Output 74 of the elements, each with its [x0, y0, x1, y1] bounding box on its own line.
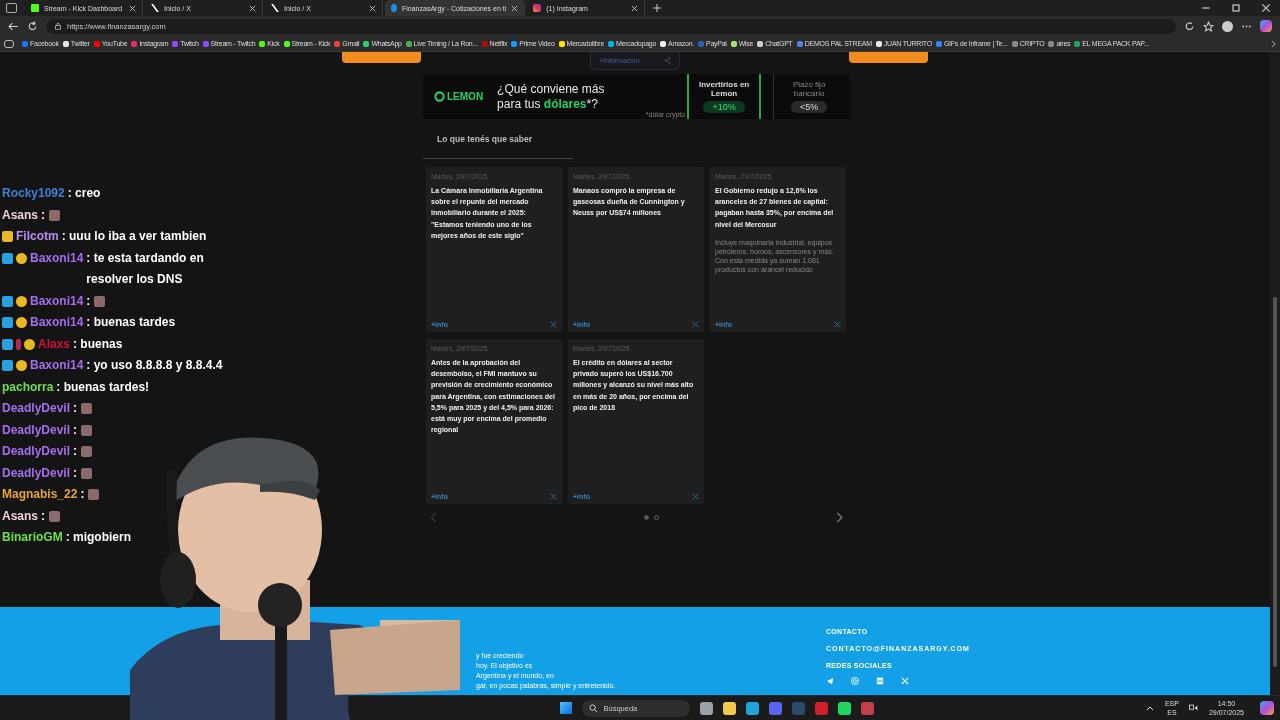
x-logo-icon — [271, 4, 279, 12]
chat-message: : — [73, 400, 78, 417]
chat-message: : — [73, 443, 78, 460]
tab-actions-icon[interactable] — [6, 3, 17, 13]
chat-message: : uuu lo iba a ver tambien — [61, 228, 207, 245]
apps-icon[interactable] — [4, 39, 14, 48]
restore-icon[interactable] — [1230, 2, 1242, 14]
medium-icon[interactable] — [876, 677, 884, 685]
chat-message: : buenas tardes! — [56, 378, 150, 396]
brand-name: LEMON — [447, 91, 484, 102]
chat-message: : — [86, 292, 91, 310]
news-card[interactable] — [710, 167, 846, 332]
rate-pill: <5% — [790, 101, 828, 113]
chat-username[interactable]: Baxoni14 — [30, 355, 84, 377]
section-title: Lo que tenés que saber — [437, 133, 532, 144]
chat-username[interactable]: DeadlyDevil — [2, 462, 71, 484]
favorites-icon[interactable] — [1203, 20, 1214, 32]
x-logo-icon — [151, 4, 159, 12]
close-icon[interactable] — [129, 4, 136, 12]
x-logo-icon[interactable] — [550, 493, 557, 500]
chat-message: : — [73, 464, 78, 482]
ad-headline: para tus dólares*? — [497, 96, 599, 112]
close-icon[interactable] — [1260, 2, 1272, 14]
refresh-icon[interactable] — [1184, 20, 1195, 32]
chat-username[interactable]: Baxoni14 — [30, 290, 84, 312]
chat-username[interactable]: DeadlyDevil — [2, 419, 71, 441]
lock-icon — [54, 22, 62, 30]
close-icon[interactable] — [511, 4, 519, 12]
network-volume-icon[interactable] — [1188, 703, 1199, 713]
back-icon[interactable] — [8, 20, 19, 32]
rate-pill: +10% — [703, 101, 745, 113]
chat-username[interactable]: Asans — [2, 505, 39, 527]
chat-username[interactable]: Baxoni14 — [30, 312, 84, 334]
chat-username[interactable]: Filcotm — [16, 226, 59, 248]
chat-message: : te esta tardando en resolver los DNS — [86, 249, 205, 288]
close-icon[interactable] — [249, 4, 256, 12]
chat-username[interactable]: DeadlyDevil — [2, 398, 71, 420]
chat-message: : migobiern — [65, 529, 131, 546]
chat-message: : — [41, 507, 46, 525]
chat-message: : buenas — [73, 335, 123, 353]
news-card[interactable] — [426, 339, 562, 504]
chat-username[interactable]: BinarioGM — [2, 527, 63, 549]
chat-message: : buenas tardes — [86, 314, 176, 331]
option-label: Invertirlos en Lemon — [698, 80, 751, 98]
chevron-right-icon[interactable] — [1271, 39, 1276, 48]
new-tab-icon[interactable] — [653, 4, 662, 12]
telegram-icon[interactable] — [826, 677, 834, 685]
page-dot[interactable] — [644, 515, 649, 520]
site-icon — [391, 4, 397, 12]
chat-message: : yo uso 8.8.8.8 y 8.8.4.4 — [86, 357, 223, 374]
close-icon[interactable] — [631, 4, 639, 12]
chat-username[interactable]: pachorra — [2, 376, 54, 398]
chat-username[interactable]: Rocky1092 — [2, 183, 65, 205]
close-icon[interactable] — [369, 4, 376, 12]
chat-username[interactable]: Baxoni14 — [30, 247, 84, 269]
x-logo-icon[interactable] — [834, 321, 841, 328]
x-logo-icon[interactable] — [692, 493, 699, 500]
instagram-icon — [533, 4, 542, 12]
chat-username[interactable]: DeadlyDevil — [2, 441, 71, 463]
chat-message: : — [80, 486, 85, 503]
refresh-icon[interactable] — [27, 20, 38, 32]
start-icon[interactable] — [560, 702, 573, 714]
chat-message: : — [41, 206, 46, 224]
x-logo-icon[interactable] — [550, 321, 557, 328]
chat-message: : creo — [67, 185, 101, 202]
ad-headline: ¿Qué conviene más — [497, 81, 606, 97]
x-logo-icon[interactable] — [692, 321, 699, 328]
option-label: Plazo fijo bancario — [791, 80, 827, 98]
chat-username[interactable]: Asans — [2, 204, 39, 226]
profile-avatar[interactable] — [1222, 20, 1233, 32]
ring-icon — [434, 91, 445, 102]
chat-username[interactable]: Magnabis_22 — [2, 484, 78, 506]
chat-message: : — [73, 421, 78, 439]
search-icon — [589, 703, 599, 713]
